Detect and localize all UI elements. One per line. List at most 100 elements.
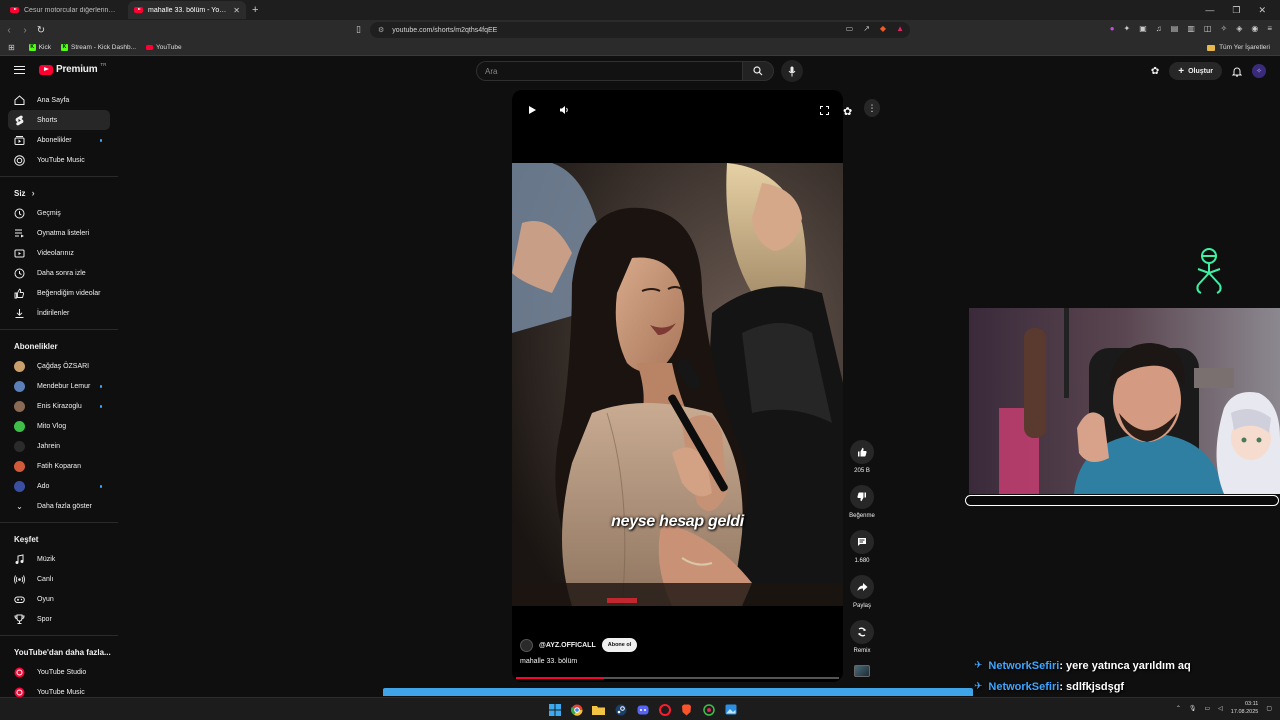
comments-action[interactable]: 1.680 — [846, 530, 878, 564]
start-button[interactable] — [546, 701, 563, 718]
sidebar-icon[interactable]: ▤ — [1171, 24, 1179, 33]
voice-search-button[interactable] — [781, 60, 803, 82]
media-icon[interactable]: ♫ — [1156, 24, 1162, 33]
wallet-icon[interactable]: ▣ — [1139, 24, 1147, 33]
tab-close-icon[interactable]: ✕ — [233, 6, 240, 15]
sidebar-item-shorts[interactable]: Shorts — [8, 110, 110, 130]
sidebar-item-be-endi-im-videolar[interactable]: Beğendiğim videolar — [8, 283, 110, 303]
search-button[interactable] — [742, 61, 774, 81]
sidebar-item-daha-sonra-izle[interactable]: Daha sonra izle — [8, 263, 110, 283]
sidebar-show-more[interactable]: ⌄ Daha fazla göster — [8, 496, 110, 516]
new-tab-icon[interactable]: + — [252, 4, 258, 16]
dislike-action[interactable]: Beğenme — [846, 485, 878, 519]
alert-icon[interactable]: ▲ — [896, 24, 904, 33]
account-avatar[interactable]: ✧ — [1252, 64, 1266, 78]
vpn-icon[interactable]: ◈ — [1236, 24, 1242, 33]
sidebar-item-fatih-koparan[interactable]: Fatih Koparan — [8, 456, 110, 476]
back-icon[interactable]: ‹ — [2, 25, 16, 36]
extension-gear-icon[interactable]: ✿ — [1151, 66, 1159, 77]
system-clock[interactable]: 03:11 17.08.2025 — [1231, 700, 1259, 716]
bookmark-kick[interactable]: K Kick — [28, 44, 51, 51]
fullscreen-button[interactable] — [816, 102, 832, 118]
url-field[interactable]: ⚙ youtube.com/shorts/m2qths4fqEE — [370, 22, 910, 38]
taskbar-photos[interactable] — [722, 701, 739, 718]
notification-center-icon[interactable]: ▢ — [1266, 705, 1272, 712]
tabs-icon[interactable]: ▥ — [1187, 24, 1195, 33]
short-video-frame[interactable]: neyse hesap geldi — [512, 163, 843, 606]
close-window-icon[interactable]: ✕ — [1258, 5, 1266, 16]
subscribe-button[interactable]: Abone ol — [601, 638, 638, 652]
like-action[interactable]: 205 B — [846, 440, 878, 474]
more-options-button[interactable]: ⋮ — [864, 99, 880, 117]
taskbar-discord[interactable] — [634, 701, 651, 718]
sidebar-item-enis-kirazoglu[interactable]: Enis Kirazoglu — [8, 396, 110, 416]
share-page-icon[interactable]: ↗ — [863, 24, 870, 33]
sidebar-item-jahrein[interactable]: Jahrein — [8, 436, 110, 456]
network-icon[interactable]: ▭ — [1205, 705, 1211, 712]
short-progress-bar[interactable] — [516, 677, 839, 679]
apps-grid-icon[interactable]: ⊞ — [8, 43, 15, 52]
cast-icon[interactable]: ▭ — [846, 24, 854, 33]
taskbar-opera[interactable] — [656, 701, 673, 718]
split-icon[interactable]: ◫ — [1204, 24, 1212, 33]
sidebar-item-mito-vlog[interactable]: Mito Vlog — [8, 416, 110, 436]
extensions-icon[interactable]: ✧ — [1220, 24, 1227, 33]
hamburger-menu-icon[interactable] — [14, 66, 25, 74]
youtube-premium-logo[interactable]: Premium TR — [39, 62, 106, 75]
bookmark-stream-dashboard[interactable]: K Stream - Kick Dashb... — [60, 44, 136, 51]
volume-tray-icon[interactable]: ◁ — [1218, 705, 1223, 712]
channel-avatar[interactable] — [520, 638, 533, 652]
tray-chevron-icon[interactable]: ⌃ — [1176, 705, 1181, 712]
sidebar-item-videolar-n-z[interactable]: Videolarınız — [8, 243, 110, 263]
sidebar-item-ado[interactable]: Ado — [8, 476, 110, 496]
site-info-icon[interactable]: ⚙ — [378, 26, 384, 34]
play-button[interactable] — [524, 102, 540, 118]
profile-icon[interactable]: ◉ — [1251, 24, 1258, 33]
sidebar-item-i-ndirilenler[interactable]: İndirilenler — [8, 303, 110, 323]
sidebar-item-home[interactable]: Ana Sayfa — [8, 90, 110, 110]
share-action[interactable]: Paylaş — [846, 575, 878, 609]
sidebar-item-a-da-zsari[interactable]: Çağdaş ÖZSARI — [8, 356, 110, 376]
sidebar-item-canl[interactable]: Canlı — [8, 569, 110, 589]
extension-icon[interactable]: ● — [1110, 24, 1115, 33]
tab-inactive[interactable]: Cesur motorcular diğerlerinden nasıl — [4, 1, 124, 19]
shorts-player[interactable]: neyse hesap geldi @AYZ.OFFICALL Abone ol… — [512, 90, 843, 682]
taskbar-steam[interactable] — [612, 701, 629, 718]
reload-icon[interactable]: ↻ — [34, 25, 48, 36]
short-title[interactable]: mahalle 33. bölüm — [520, 658, 577, 665]
sidebar-item-subscriptions[interactable]: Abonelikler — [8, 130, 110, 150]
sidebar-item-oynatma-listeleri[interactable]: Oynatma listeleri — [8, 223, 110, 243]
create-button[interactable]: + Oluştur — [1169, 62, 1222, 80]
taskbar-explorer[interactable] — [590, 701, 607, 718]
sidebar-item-youtube-studio[interactable]: YouTube Studio — [8, 662, 110, 682]
sidebar-item-spor[interactable]: Spor — [8, 609, 110, 629]
channel-handle[interactable]: @AYZ.OFFICALL — [539, 642, 596, 649]
remix-action[interactable]: Remix — [846, 620, 878, 654]
player-extension-button[interactable]: ✿ — [843, 102, 852, 120]
taskbar-brave[interactable] — [678, 701, 695, 718]
search-input[interactable] — [485, 66, 742, 76]
sidebar-section-you[interactable]: Siz › — [0, 183, 118, 203]
volume-button[interactable] — [556, 102, 572, 118]
sidebar-item-m-zik[interactable]: Müzik — [8, 549, 110, 569]
all-bookmarks[interactable]: Tüm Yer İşaretleri — [1207, 44, 1270, 51]
taskbar-chrome[interactable] — [568, 701, 585, 718]
comment-icon — [858, 538, 866, 546]
menu-icon[interactable]: ≡ — [1267, 24, 1272, 33]
sidebar-item-youtube-music[interactable]: YouTube Music — [8, 150, 110, 170]
bookmark-youtube[interactable]: YouTube — [146, 44, 182, 51]
shield-icon[interactable]: ◆ — [880, 24, 886, 33]
bookmark-icon[interactable]: ▯ — [356, 24, 361, 35]
tab-active[interactable]: mahalle 33. bölüm - YouTube ✕ — [128, 1, 246, 19]
sidebar-item-oyun[interactable]: Oyun — [8, 589, 110, 609]
sidebar-item-ge-mi[interactable]: Geçmiş — [8, 203, 110, 223]
minimize-icon[interactable]: — — [1205, 5, 1214, 16]
sound-thumbnail[interactable] — [854, 665, 870, 677]
sidebar-item-mendebur-lemur[interactable]: Mendebur Lemur — [8, 376, 110, 396]
forward-icon[interactable]: › — [18, 25, 32, 36]
notifications-bell-icon[interactable] — [1232, 66, 1242, 77]
maximize-icon[interactable]: ❐ — [1232, 5, 1240, 16]
mic-tray-icon[interactable]: 🎙︎ — [1189, 705, 1197, 712]
taskbar-app-green[interactable] — [700, 701, 717, 718]
puzzle-icon[interactable]: ✦ — [1124, 24, 1131, 33]
